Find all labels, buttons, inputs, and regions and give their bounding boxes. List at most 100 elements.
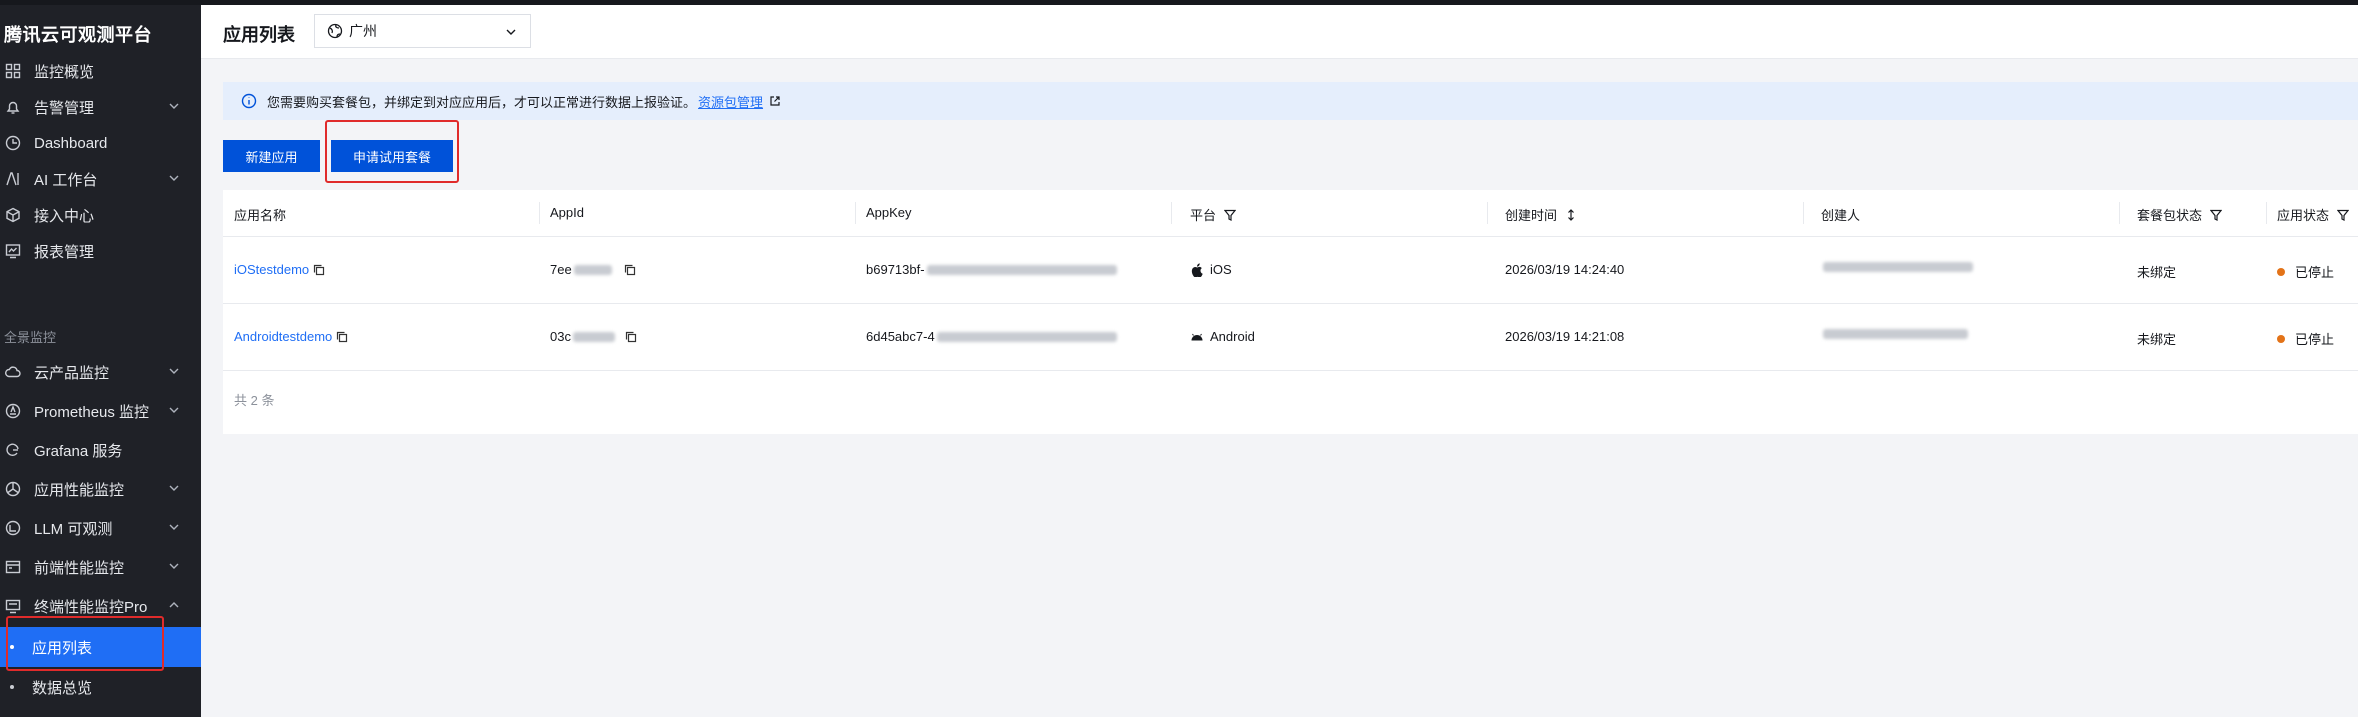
grafana-icon xyxy=(4,441,22,459)
sidebar-item-label: LLM 可观测 xyxy=(34,520,113,538)
sidebar-item-label: 终端性能监控Pro xyxy=(34,598,148,616)
copy-icon[interactable] xyxy=(313,264,325,276)
sidebar-item-cloud-monitor[interactable]: 云产品监控 xyxy=(0,354,201,390)
app-status-cell: 已停止 xyxy=(2277,329,2334,348)
column-separator xyxy=(1171,202,1172,224)
column-separator xyxy=(2119,202,2120,224)
status-dot-icon xyxy=(2277,334,2285,343)
sidebar-item-ai[interactable]: AI 工作台 xyxy=(0,161,201,197)
sidebar-item-apm[interactable]: 应用性能监控 xyxy=(0,471,201,507)
sidebar-item-label: Grafana 服务 xyxy=(34,442,123,460)
chevron-down-icon xyxy=(169,175,179,181)
page-title: 应用列表 xyxy=(223,25,295,45)
sort-icon[interactable] xyxy=(1565,208,1577,221)
creator-cell xyxy=(1821,329,1968,339)
bullet-dot-icon xyxy=(10,685,14,689)
column-header-appkey: AppKey xyxy=(866,205,912,220)
redacted-text xyxy=(1823,329,1968,339)
redacted-text xyxy=(1823,262,1973,272)
column-header-app-status: 应用状态 xyxy=(2277,205,2350,224)
table-row: Androidtestdemo 03c 6d45abc7-4 Android 2… xyxy=(223,304,2358,371)
column-separator xyxy=(1803,202,1804,224)
copy-icon[interactable] xyxy=(624,264,636,276)
brand-title: 腾讯云可观测平台 xyxy=(4,25,152,45)
chevron-down-icon xyxy=(169,368,179,374)
column-separator xyxy=(539,202,540,224)
table-header: 应用名称 AppId AppKey 平台 创建时间 创建人 套餐包状态 应用状态 xyxy=(223,190,2358,237)
filter-icon[interactable] xyxy=(1224,209,1237,221)
created-time-cell: 2026/03/19 14:24:40 xyxy=(1505,262,1625,277)
external-link-icon[interactable] xyxy=(769,95,781,107)
redacted-text xyxy=(936,331,1117,342)
column-header-app-name: 应用名称 xyxy=(234,208,287,223)
llm-icon xyxy=(4,519,22,537)
column-separator xyxy=(1487,202,1488,224)
bell-icon xyxy=(4,98,22,116)
sidebar-subitem-label: 数据总览 xyxy=(32,679,93,697)
sidebar-item-label: Prometheus 监控 xyxy=(34,403,150,421)
chevron-down-icon xyxy=(169,485,179,491)
filter-icon[interactable] xyxy=(2210,209,2223,221)
banner-text: 您需要购买套餐包，并绑定到对应应用后，才可以正常进行数据上报验证。 xyxy=(267,94,697,110)
filter-icon[interactable] xyxy=(2337,209,2350,221)
sidebar-item-label: 监控概览 xyxy=(34,63,95,81)
cloud-icon xyxy=(4,363,22,381)
copy-icon[interactable] xyxy=(625,331,637,343)
sidebar-item-label: 报表管理 xyxy=(34,243,95,261)
sidebar-item-prometheus[interactable]: Prometheus 监控 xyxy=(0,393,201,429)
column-header-platform: 平台 xyxy=(1190,205,1237,224)
column-header-creator: 创建人 xyxy=(1821,208,1861,223)
info-banner: 您需要购买套餐包，并绑定到对应应用后，才可以正常进行数据上报验证。 资源包管理 xyxy=(223,82,2358,120)
info-icon xyxy=(241,93,257,109)
app-name-link[interactable]: Androidtestdemo xyxy=(234,329,348,344)
appkey-cell: b69713bf- xyxy=(866,262,1117,277)
new-app-button[interactable]: 新建应用 xyxy=(223,140,320,172)
terminal-icon xyxy=(4,597,22,615)
sidebar-item-grafana[interactable]: Grafana 服务 xyxy=(0,432,201,468)
sidebar-item-label: 前端性能监控 xyxy=(34,559,125,577)
package-status-cell: 未绑定 xyxy=(2137,332,2177,347)
column-separator xyxy=(855,202,856,224)
sidebar-item-llm[interactable]: LLM 可观测 xyxy=(0,510,201,546)
sidebar-item-label: Dashboard xyxy=(34,134,108,152)
sidebar-item-label: 应用性能监控 xyxy=(34,481,125,499)
app-name-link[interactable]: iOStestdemo xyxy=(234,262,325,277)
redacted-text xyxy=(573,264,612,275)
column-header-created-time: 创建时间 xyxy=(1505,205,1577,224)
appid-cell: 03c xyxy=(550,329,637,344)
chevron-down-icon xyxy=(169,407,179,413)
sidebar: 腾讯云可观测平台 监控概览 告警管理 Dashboard AI 工作台 接入中心 xyxy=(0,5,201,717)
grid-icon xyxy=(4,62,22,80)
region-select[interactable]: 广州 xyxy=(314,14,531,48)
prometheus-icon xyxy=(4,402,22,420)
copy-icon[interactable] xyxy=(336,331,348,343)
app-table: 应用名称 AppId AppKey 平台 创建时间 创建人 套餐包状态 应用状态 xyxy=(223,190,2358,434)
column-header-package-status: 套餐包状态 xyxy=(2137,205,2223,224)
resource-package-link[interactable]: 资源包管理 xyxy=(698,92,763,111)
sidebar-item-reports[interactable]: 报表管理 xyxy=(0,233,201,269)
sidebar-item-label: 云产品监控 xyxy=(34,364,110,382)
page-header: 应用列表 广州 xyxy=(201,5,2358,59)
package-status-cell: 未绑定 xyxy=(2137,265,2177,280)
sidebar-item-access-center[interactable]: 接入中心 xyxy=(0,197,201,233)
sidebar-item-label: AI 工作台 xyxy=(34,171,98,189)
chevron-down-icon xyxy=(506,29,516,35)
column-separator xyxy=(2266,202,2267,224)
sidebar-item-alarm[interactable]: 告警管理 xyxy=(0,89,201,125)
android-icon xyxy=(1191,333,1203,340)
sidebar-item-label: 告警管理 xyxy=(34,99,95,117)
redacted-text xyxy=(926,264,1117,275)
platform-cell: Android xyxy=(1190,329,1255,344)
platform-cell: iOS xyxy=(1190,262,1232,277)
ai-icon xyxy=(4,170,22,188)
sidebar-group-label: 全景监控 xyxy=(4,330,57,345)
redacted-text xyxy=(572,331,615,342)
region-select-value: 广州 xyxy=(349,23,377,39)
sidebar-item-dashboard[interactable]: Dashboard xyxy=(0,125,201,161)
sidebar-item-frontend[interactable]: 前端性能监控 xyxy=(0,549,201,585)
apple-icon xyxy=(1191,262,1203,277)
sidebar-subitem-data-overview[interactable]: 数据总览 xyxy=(0,667,201,707)
column-header-appid: AppId xyxy=(550,205,584,220)
appid-cell: 7ee xyxy=(550,262,636,277)
sidebar-item-overview[interactable]: 监控概览 xyxy=(0,53,201,89)
